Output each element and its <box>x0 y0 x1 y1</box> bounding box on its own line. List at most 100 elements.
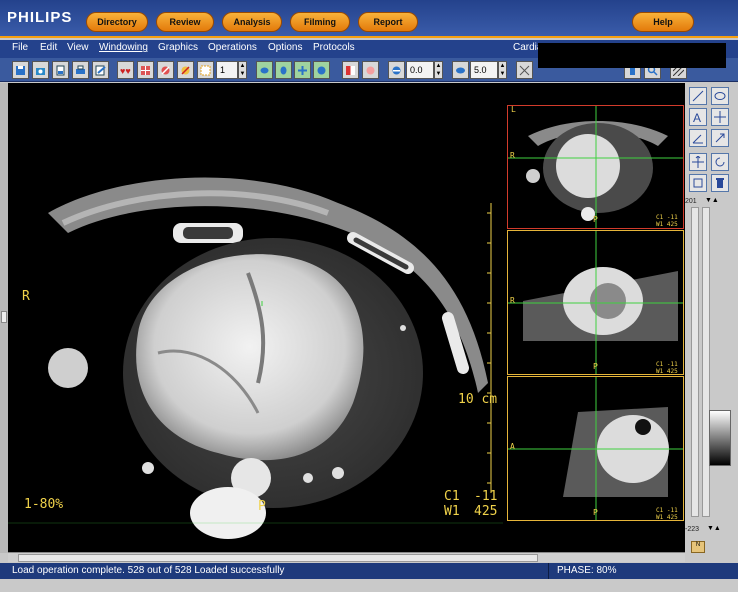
grayscale-lut-bar <box>709 410 731 466</box>
side-view-3-bottom-marker: P <box>593 508 598 517</box>
line-tool-icon[interactable] <box>689 87 707 105</box>
lock-toggle-icon[interactable]: N <box>691 541 705 553</box>
slice-scrollbar[interactable] <box>691 207 699 517</box>
nav-analysis-button[interactable]: Analysis <box>222 12 282 32</box>
camera-icon[interactable] <box>32 61 49 79</box>
phase-indicator: PHASE: 80% <box>548 563 734 579</box>
side-view-1-left-marker: R <box>510 151 515 160</box>
arrow-tool-icon[interactable] <box>711 129 729 147</box>
menu-options[interactable]: Options <box>268 42 302 53</box>
crop-tool-icon[interactable] <box>689 174 707 192</box>
slice-scroll-down-icon[interactable]: ▼▲ <box>707 525 721 532</box>
menu-protocols[interactable]: Protocols <box>313 42 355 53</box>
side-view-1-bottom-marker: P <box>593 215 598 224</box>
angle-tool-icon[interactable] <box>689 129 707 147</box>
nav-review-button[interactable]: Review <box>156 12 214 32</box>
svg-text:A: A <box>693 111 701 123</box>
text-tool-icon[interactable]: A <box>689 108 707 126</box>
side-view-3-left-marker: A <box>510 442 515 451</box>
window-width-value: 425 <box>474 504 498 519</box>
zoom-spinner[interactable]: ▲ ▼ <box>434 61 443 79</box>
image-viewport[interactable]: R P 1-80% 10 cm C1 -11 W1 425 L R P C1 -… <box>8 83 685 553</box>
trash-icon[interactable] <box>711 174 729 192</box>
crosshair-tool-icon[interactable] <box>711 108 729 126</box>
erase-annotation-icon[interactable] <box>177 61 194 79</box>
slice-scroll-bottom-value: -223 <box>685 526 700 533</box>
side-view-1-window-center: C1 -11 <box>656 214 678 221</box>
slab-thickness-icon[interactable] <box>452 61 469 79</box>
window-center-label: C1 <box>444 489 460 504</box>
nav-directory-button[interactable]: Directory <box>86 12 148 32</box>
side-view-2-image <box>508 231 683 374</box>
frame-spinner[interactable]: ▲ ▼ <box>238 61 247 79</box>
horizontal-scroll-thumb[interactable] <box>18 554 538 562</box>
pan-tool-icon[interactable] <box>689 153 707 171</box>
bottom-strip <box>0 579 738 592</box>
window-center-value: -11 <box>474 489 498 504</box>
side-view-1-window-width: W1 425 <box>656 221 678 228</box>
svg-text:♥♥: ♥♥ <box>120 66 131 76</box>
report-edit-icon[interactable] <box>92 61 109 79</box>
side-view-1-top-marker: L <box>511 105 516 114</box>
invert-contrast-icon[interactable] <box>342 61 359 79</box>
slice-scroll-top-value: 201 <box>685 198 697 205</box>
thickness-spinner[interactable]: ▲ ▼ <box>498 61 507 79</box>
side-view-2-left-marker: R <box>510 296 515 305</box>
side-view-3-window-center: C1 -11 <box>656 507 678 514</box>
volume-render-icon[interactable] <box>362 61 379 79</box>
axial-view-icon[interactable] <box>256 61 273 79</box>
side-view-3-image <box>508 377 683 520</box>
frame-number-field[interactable]: 1 <box>216 61 238 79</box>
menu-operations[interactable]: Operations <box>208 42 257 53</box>
side-view-3-window-width: W1 425 <box>656 514 678 521</box>
oblique-view-icon[interactable] <box>313 61 330 79</box>
pan-grid-icon[interactable] <box>516 61 533 79</box>
horizontal-scrollbar[interactable] <box>8 552 685 562</box>
orientation-marker-left: R <box>22 289 30 304</box>
side-view-2-window-center: C1 -11 <box>656 361 678 368</box>
side-view-1-image <box>508 106 683 228</box>
menu-file[interactable]: File <box>12 42 28 53</box>
phase-label: 1-80% <box>24 497 64 512</box>
rotate-tool-icon[interactable] <box>711 153 729 171</box>
menu-view[interactable]: View <box>67 42 89 53</box>
frame-select-icon[interactable] <box>197 61 214 79</box>
film-print-icon[interactable] <box>52 61 69 79</box>
window-width-label: W1 <box>444 504 460 519</box>
scale-label: 10 cm <box>458 392 498 407</box>
philips-logo: PHILIPS <box>7 9 73 26</box>
side-view-2[interactable]: R P C1 -11 W1 425 <box>507 230 684 375</box>
tool-palette: A 201 ▼▲ -223 ▼▲ N <box>685 83 738 553</box>
menu-windowing[interactable]: Windowing <box>99 42 148 53</box>
save-icon[interactable] <box>12 61 29 79</box>
slice-scroll-up-icon[interactable]: ▼▲ <box>705 197 719 204</box>
status-bar: Load operation complete. 528 out of 528 … <box>0 563 738 579</box>
redacted-patient-info <box>538 43 726 68</box>
side-view-3[interactable]: A P C1 -11 W1 425 <box>507 376 684 521</box>
side-view-2-window-width: W1 425 <box>656 368 678 375</box>
nav-filming-button[interactable]: Filming <box>290 12 350 32</box>
grid-layout-icon[interactable] <box>137 61 154 79</box>
zoom-value-field[interactable]: 0.0 <box>406 61 434 79</box>
side-view-2-bottom-marker: P <box>593 362 598 371</box>
heart-layout-icon[interactable]: ♥♥ <box>117 61 134 79</box>
nav-report-button[interactable]: Report <box>358 12 418 32</box>
menu-graphics[interactable]: Graphics <box>158 42 198 53</box>
menu-edit[interactable]: Edit <box>40 42 57 53</box>
sagittal-view-icon[interactable] <box>294 61 311 79</box>
orientation-marker-bottom: P <box>258 499 266 514</box>
top-navigation-bar: PHILIPS Directory Review Analysis Filmin… <box>0 0 738 38</box>
left-scroll-thumb[interactable] <box>1 311 7 323</box>
print-icon[interactable] <box>72 61 89 79</box>
status-message: Load operation complete. 528 out of 528 … <box>12 565 285 576</box>
zoom-icon[interactable] <box>388 61 405 79</box>
window-scrollbar[interactable] <box>702 207 710 517</box>
vessel-analysis-icon[interactable] <box>157 61 174 79</box>
cardiac-viewer-app: PHILIPS Directory Review Analysis Filmin… <box>0 0 738 592</box>
coronal-view-icon[interactable] <box>275 61 292 79</box>
slab-thickness-field[interactable]: 5.0 <box>470 61 498 79</box>
side-view-1[interactable]: L R P C1 -11 W1 425 <box>507 105 684 229</box>
left-scrollbar[interactable] <box>0 83 8 553</box>
ellipse-tool-icon[interactable] <box>711 87 729 105</box>
nav-help-button[interactable]: Help <box>632 12 694 32</box>
